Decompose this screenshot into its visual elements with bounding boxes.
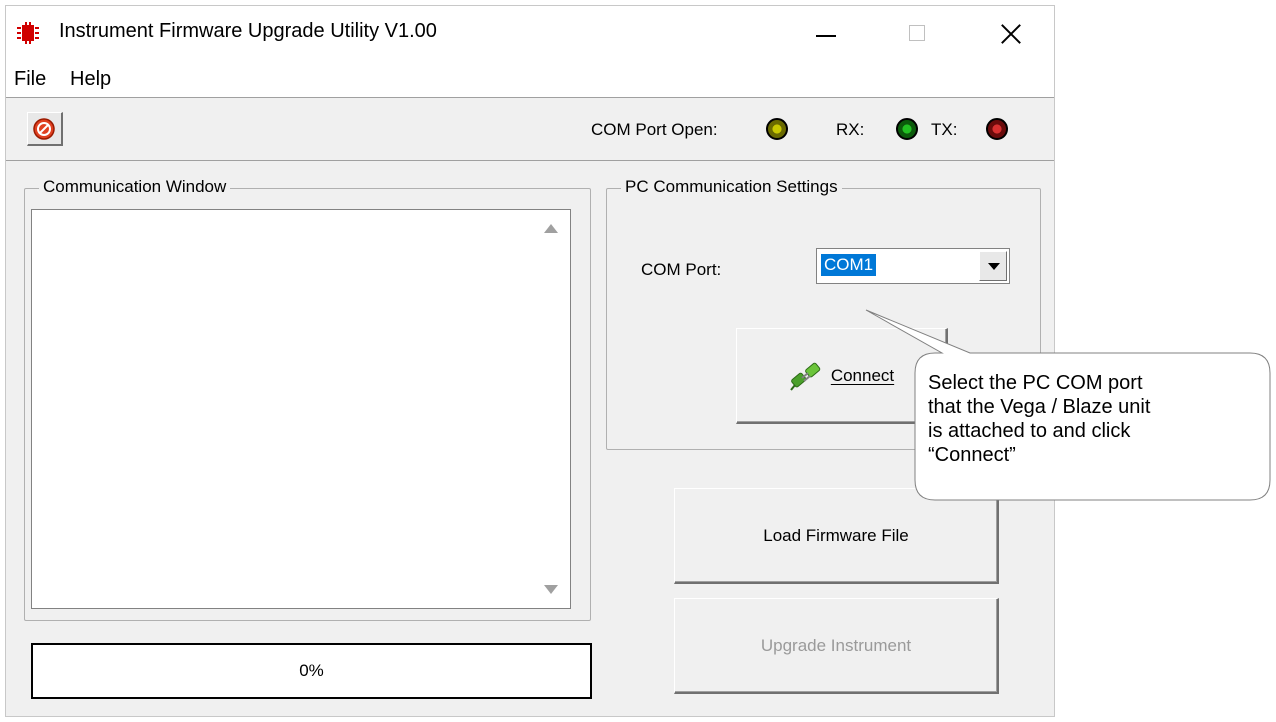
dropdown-arrow-icon[interactable] — [979, 251, 1007, 281]
scroll-up-icon[interactable] — [544, 224, 558, 233]
menu-bar: File Help — [6, 61, 1054, 97]
tx-label: TX: — [931, 120, 958, 139]
connect-label: Connect — [830, 365, 895, 385]
callout-line: is attached to and click — [928, 420, 1131, 442]
callout-line: that the Vega / Blaze unit — [928, 396, 1151, 418]
com-port-open-label: COM Port Open: — [591, 120, 718, 139]
callout-line: Select the PC COM port — [928, 372, 1143, 394]
disconnect-button[interactable] — [27, 112, 63, 146]
maximize-button[interactable] — [888, 6, 948, 61]
pc-settings-title: PC Communication Settings — [621, 177, 842, 197]
progress-bar: 0% — [31, 643, 592, 699]
connect-button[interactable]: Connect — [736, 328, 948, 424]
toolbar: COM Port Open: RX: TX: — [6, 97, 1054, 161]
title-bar: Instrument Firmware Upgrade Utility V1.0… — [6, 6, 1054, 61]
tx-led-icon — [986, 118, 1008, 140]
stop-icon — [33, 118, 55, 140]
load-firmware-button[interactable]: Load Firmware File — [674, 488, 999, 584]
window-title: Instrument Firmware Upgrade Utility V1.0… — [59, 20, 437, 42]
minimize-button[interactable] — [796, 6, 856, 61]
chip-icon — [17, 22, 39, 44]
callout-text: Select the PC COM port that the Vega / B… — [928, 371, 1258, 467]
upgrade-instrument-button[interactable]: Upgrade Instrument — [674, 598, 999, 694]
com-port-select[interactable]: COM1 — [816, 248, 1010, 284]
plug-icon — [790, 362, 821, 391]
com-port-label: COM Port: — [641, 260, 722, 279]
menu-help[interactable]: Help — [70, 68, 111, 91]
callout-line: “Connect” — [928, 444, 1016, 466]
progress-text: 0% — [299, 661, 324, 680]
communication-window-title: Communication Window — [39, 177, 231, 197]
com-port-value: COM1 — [821, 254, 877, 276]
close-button[interactable] — [980, 6, 1040, 61]
com-port-led-icon — [766, 118, 788, 140]
rx-label: RX: — [836, 120, 865, 139]
menu-file[interactable]: File — [14, 68, 46, 91]
communication-log[interactable] — [31, 209, 571, 609]
rx-led-icon — [896, 118, 918, 140]
scroll-down-icon[interactable] — [544, 585, 558, 594]
app-window: Instrument Firmware Upgrade Utility V1.0… — [5, 5, 1055, 717]
